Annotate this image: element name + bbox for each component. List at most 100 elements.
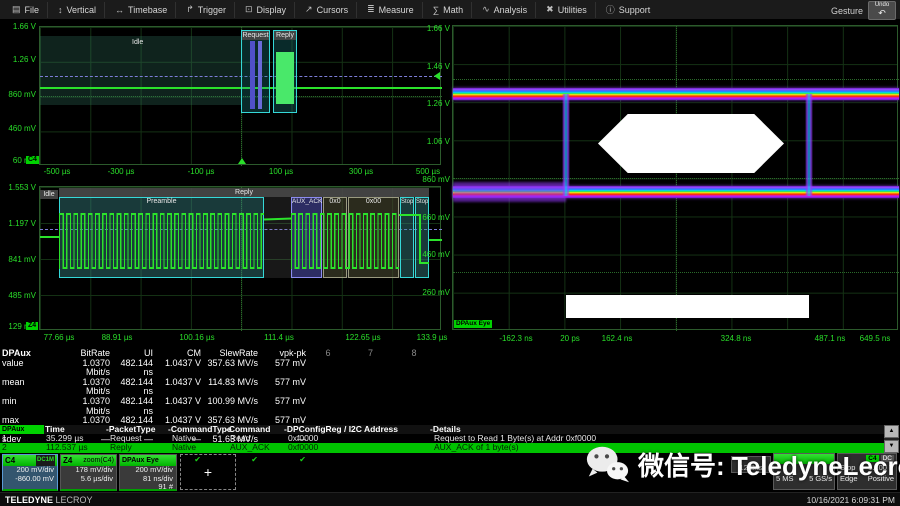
eye-plot-graticule[interactable] xyxy=(452,25,898,330)
menu-cursors[interactable]: ↗Cursors xyxy=(297,2,357,18)
menu-utilities[interactable]: ✖ Utilities xyxy=(538,2,596,18)
decode-stop2-label: Stop xyxy=(416,198,428,206)
trigger-source-badge: C4 xyxy=(866,455,878,462)
descriptor-dpaux-eye[interactable]: DPAux Eye 200 mV/div 81 ns/div 91 # xyxy=(119,454,177,491)
decode-byte1-label: 0x0 xyxy=(324,198,346,206)
measure-cell: 577 mV xyxy=(260,397,308,416)
c4-offset: -860.00 mV xyxy=(3,475,57,484)
trigger-time-marker[interactable] xyxy=(238,158,246,164)
z4-preamble-wave xyxy=(59,213,264,269)
eye-xlabel: 20 ps xyxy=(560,334,580,343)
eye-axis-badge: DPAux Eye xyxy=(454,320,492,328)
timebase-header xyxy=(774,454,834,464)
menu-display[interactable]: ⊡Display xyxy=(237,2,295,18)
decode-cell: AUX_ACK of 1 byte(s) xyxy=(434,443,519,452)
eye-ylabel: 460 mV xyxy=(414,250,450,259)
scroll-up-icon[interactable]: ▲ xyxy=(884,425,899,438)
zoom-xlabel: 122.65 µs xyxy=(345,333,380,342)
eye-bottom-mask xyxy=(566,295,809,318)
eye-xlabel: 324.8 ns xyxy=(721,334,752,343)
decode-scrollbar[interactable]: ▲ ▼ xyxy=(884,425,899,453)
trigger-level-marker[interactable] xyxy=(434,72,440,80)
measure-cell: 1.0437 V xyxy=(155,397,203,416)
decode-preamble-label: Preamble xyxy=(60,198,263,206)
zoom-ylabel: 1.197 V xyxy=(0,219,36,228)
scroll-down-icon[interactable]: ▼ xyxy=(884,440,899,453)
menu-timebase-label: Timebase xyxy=(128,5,167,15)
reply-burst-fill xyxy=(276,52,294,104)
zoom-xlabel: 88.91 µs xyxy=(102,333,133,342)
menu-utilities-label: Utilities xyxy=(558,5,587,15)
measure-cell: 482.144 ns xyxy=(112,397,155,416)
measure-col: 8 xyxy=(393,349,435,359)
trigger-box[interactable]: C4 DC Stop 1.100 V Edge Positive xyxy=(837,453,897,490)
zoom-plot-graticule[interactable]: Reply Idle Preamble AUX_ACK 0x0 0x00 Sto… xyxy=(39,186,441,330)
decode-cell: Reply xyxy=(110,443,132,452)
timebase-box[interactable]: 5 MS 5 GS/s xyxy=(773,453,835,490)
decode-reply-box: Reply xyxy=(273,30,297,113)
eye-upper-dotline xyxy=(453,79,899,80)
eye-hexagon-mask xyxy=(598,114,784,173)
menu-measure[interactable]: ≣Measure xyxy=(359,2,423,18)
measure-cell: 357.63 MV/s xyxy=(203,359,260,378)
menu-trigger[interactable]: ↱Trigger xyxy=(178,2,235,18)
decode-stop2-box: Stop xyxy=(415,197,429,278)
trigger-level: 1.100 V xyxy=(868,463,894,472)
measure-col: 7 xyxy=(348,349,393,359)
decode-byte2-label: 0x00 xyxy=(349,198,398,206)
eye-ylabel: 860 mV xyxy=(414,175,450,184)
menu-analysis[interactable]: ∿Analysis xyxy=(474,2,536,18)
eye-ylabel: 1.66 V xyxy=(414,24,450,33)
menu-vertical[interactable]: ↕Vertical xyxy=(50,2,105,18)
sample-count: 5 MS xyxy=(776,474,794,483)
top-xlabel: -100 µs xyxy=(188,167,215,176)
status-bar: TELEDYNE LECROY 10/16/2021 6:09:31 PM xyxy=(0,492,900,506)
brand-teledyne: TELEDYNE xyxy=(5,495,53,505)
descriptor-z4[interactable]: Z4zoom(C4) 178 mV/div 5.6 µs/div xyxy=(60,454,117,491)
top-xlabel: -500 µs xyxy=(44,167,71,176)
decode-row-2-selected[interactable]: 2 112.537 µs Reply Native AUX_ACK 0xf000… xyxy=(0,443,884,453)
menu-timebase[interactable]: ↔Timebase xyxy=(107,2,176,18)
request-burst-band xyxy=(250,41,255,109)
brand-logo: TELEDYNE LECROY xyxy=(5,495,93,505)
menu-vertical-label: Vertical xyxy=(67,5,97,15)
top-ylabel: 860 mV xyxy=(0,90,36,99)
menu-math[interactable]: ∑Math xyxy=(425,2,472,18)
zoom-ylabel: 1.553 V xyxy=(0,183,36,192)
adc-bits-box[interactable]: 12 Bits xyxy=(731,456,771,473)
menu-trigger-label: Trigger xyxy=(198,5,226,15)
trigger-type: Edge xyxy=(840,474,858,483)
eye-center-hline xyxy=(453,178,899,179)
top-plot-graticule[interactable]: Idle Request Reply xyxy=(39,26,441,165)
zoom-ylabel: 485 mV xyxy=(0,291,36,300)
zoom-xlabel: 133.9 µs xyxy=(417,333,448,342)
menu-bar: ▤File ↕Vertical ↔Timebase ↱Trigger ⊡Disp… xyxy=(0,0,900,20)
z4-stop-low xyxy=(419,262,429,264)
eye-low-rail-noise xyxy=(453,182,566,202)
top-ylabel: 1.66 V xyxy=(0,22,36,31)
utilities-icon: ✖ xyxy=(546,4,554,15)
eye-xlabel: 162.4 ns xyxy=(602,334,633,343)
top-xlabel: 100 µs xyxy=(269,167,293,176)
eye-ylabel: 1.26 V xyxy=(414,99,450,108)
measure-cell: 482.144 ns xyxy=(112,359,155,378)
top-ylabel: 460 mV xyxy=(0,124,36,133)
brand-lecroy: LECROY xyxy=(56,495,93,505)
menu-support[interactable]: ⓘSupport xyxy=(598,2,659,18)
descriptor-c4[interactable]: C4DC1M 200 mV/div -860.00 mV xyxy=(2,454,58,491)
menu-measure-label: Measure xyxy=(379,5,414,15)
eye-lower-dotline xyxy=(453,272,899,273)
measure-cell: 100.99 MV/s xyxy=(203,397,260,416)
measure-cell: 1.0370 Mbit/s xyxy=(57,359,112,378)
support-icon: ⓘ xyxy=(606,3,615,16)
eye-xlabel: 487.1 ns xyxy=(815,334,846,343)
file-icon: ▤ xyxy=(12,4,21,15)
decode-reply-label: Reply xyxy=(274,31,296,40)
request-burst-band2 xyxy=(258,41,262,109)
decode-cell: AUX_ACK xyxy=(230,443,270,452)
add-trace-button[interactable]: + xyxy=(180,454,236,490)
decode-reply-band-label: Reply xyxy=(59,188,429,197)
undo-icon: ↶ xyxy=(878,8,886,18)
undo-button[interactable]: Undo↶ xyxy=(868,1,896,20)
menu-file[interactable]: ▤File xyxy=(4,2,48,18)
